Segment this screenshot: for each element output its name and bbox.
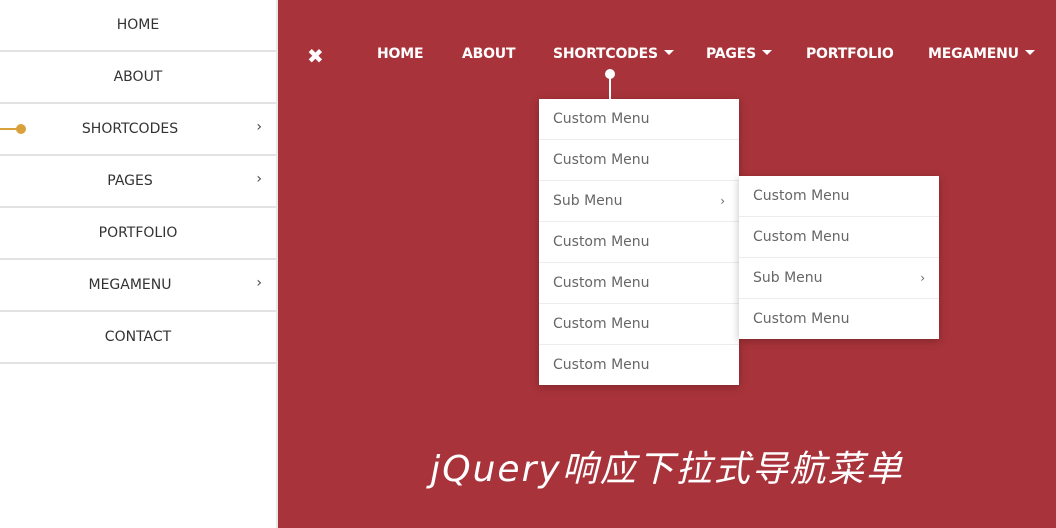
- sidebar-menu: HOME ABOUT SHORTCODES › PAGES › PORTFOLI…: [0, 0, 278, 528]
- sidebar-item-label: PAGES: [107, 173, 153, 189]
- dropdown-item-label: Custom Menu: [553, 316, 650, 332]
- dropdown-item-label: Custom Menu: [553, 357, 650, 373]
- chevron-right-icon[interactable]: ›: [256, 119, 262, 135]
- nav-item-pages[interactable]: PAGES: [706, 46, 772, 62]
- dropdown-item-label: Custom Menu: [553, 111, 650, 127]
- sidebar-item-megamenu[interactable]: MEGAMENU ›: [0, 260, 276, 312]
- submenu-item-label: Custom Menu: [753, 229, 850, 245]
- dropdown-item-label: Sub Menu: [553, 193, 623, 209]
- caret-down-icon: [663, 49, 674, 55]
- nav-label: SHORTCODES: [553, 46, 658, 62]
- dropdown-item[interactable]: Custom Menu: [539, 222, 739, 263]
- nav-item-megamenu[interactable]: MEGAMENU: [928, 46, 1035, 62]
- submenu-item[interactable]: Custom Menu: [739, 217, 939, 258]
- dropdown-item-label: Custom Menu: [553, 152, 650, 168]
- sidebar-item-label: ABOUT: [113, 69, 163, 85]
- close-icon[interactable]: ✖: [307, 44, 324, 68]
- chevron-right-icon: ›: [720, 194, 725, 208]
- nav-label: HOME: [377, 46, 424, 62]
- sidebar-item-label: CONTACT: [104, 329, 172, 345]
- top-navigation: ✖ HOME ABOUT SHORTCODES PAGES PORTFOLIO …: [278, 0, 1056, 108]
- dropdown-item[interactable]: Custom Menu: [539, 304, 739, 345]
- dropdown-item-label: Custom Menu: [553, 275, 650, 291]
- nav-label: MEGAMENU: [928, 46, 1019, 62]
- sidebar-item-home[interactable]: HOME: [0, 0, 276, 52]
- nav-item-home[interactable]: HOME: [377, 46, 424, 62]
- chevron-right-icon: ›: [920, 271, 925, 285]
- dropdown-item[interactable]: Custom Menu: [539, 140, 739, 181]
- dropdown-item-label: Custom Menu: [553, 234, 650, 250]
- sidebar-item-about[interactable]: ABOUT: [0, 52, 276, 104]
- chevron-right-icon[interactable]: ›: [256, 275, 262, 291]
- sidebar-item-label: PORTFOLIO: [98, 225, 178, 241]
- caret-down-icon: [1024, 49, 1035, 55]
- shortcodes-dropdown: Custom Menu Custom Menu Sub Menu › Custom…: [539, 99, 739, 385]
- dropdown-item[interactable]: Custom Menu: [539, 99, 739, 140]
- nav-label: PAGES: [706, 46, 756, 62]
- nav-item-shortcodes[interactable]: SHORTCODES: [553, 46, 674, 62]
- submenu-item-label: Custom Menu: [753, 311, 850, 327]
- nav-label: PORTFOLIO: [806, 46, 894, 62]
- dropdown-connector-line: [609, 76, 611, 99]
- nav-label: ABOUT: [462, 46, 516, 62]
- sidebar-item-label: HOME: [116, 17, 160, 33]
- dropdown-item[interactable]: Custom Menu: [539, 345, 739, 385]
- sidebar-item-shortcodes[interactable]: SHORTCODES ›: [0, 104, 276, 156]
- sidebar-item-label: MEGAMENU: [88, 277, 172, 293]
- chevron-right-icon[interactable]: ›: [256, 171, 262, 187]
- caret-down-icon: [761, 49, 772, 55]
- submenu-item[interactable]: Custom Menu: [739, 176, 939, 217]
- submenu-item-label: Custom Menu: [753, 188, 850, 204]
- sidebar-item-pages[interactable]: PAGES ›: [0, 156, 276, 208]
- active-indicator-dot: [16, 124, 26, 134]
- submenu-item-submenu[interactable]: Sub Menu ›: [739, 258, 939, 299]
- dropdown-item[interactable]: Custom Menu: [539, 263, 739, 304]
- sidebar-item-contact[interactable]: CONTACT: [0, 312, 276, 364]
- sidebar-item-label: SHORTCODES: [81, 121, 179, 137]
- submenu-dropdown: Custom Menu Custom Menu Sub Menu › Custom…: [739, 176, 939, 339]
- main-area: ✖ HOME ABOUT SHORTCODES PAGES PORTFOLIO …: [278, 0, 1056, 528]
- nav-item-portfolio[interactable]: PORTFOLIO: [806, 46, 894, 62]
- submenu-item[interactable]: Custom Menu: [739, 299, 939, 339]
- hero-title: jQuery响应下拉式导航菜单: [430, 449, 904, 490]
- nav-item-about[interactable]: ABOUT: [462, 46, 516, 62]
- dropdown-item-submenu[interactable]: Sub Menu ›: [539, 181, 739, 222]
- submenu-item-label: Sub Menu: [753, 270, 823, 286]
- sidebar-item-portfolio[interactable]: PORTFOLIO: [0, 208, 276, 260]
